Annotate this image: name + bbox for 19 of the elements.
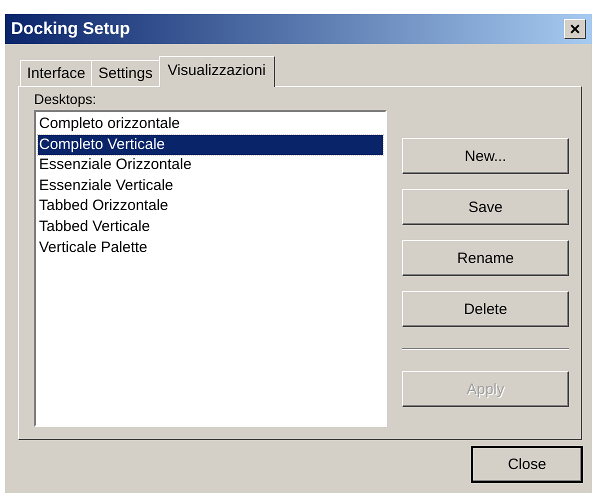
close-dialog-button[interactable]: Close bbox=[471, 446, 583, 483]
action-button[interactable]: New... bbox=[402, 138, 569, 174]
list-item[interactable]: Tabbed Verticale bbox=[38, 216, 383, 238]
desktops-list[interactable]: Completo orizzontale Completo Verticale Essenziale Orizzontale Essenziale Verticale Tabbed Orizzontale Tabbed Verticale Verticale Palette bbox=[34, 110, 387, 427]
close-button[interactable]: × bbox=[564, 19, 586, 39]
action-button[interactable]: Save bbox=[402, 189, 569, 225]
list-item[interactable]: Verticale Palette bbox=[38, 238, 383, 258]
window-title: Docking Setup bbox=[11, 19, 130, 39]
tab[interactable]: Interface bbox=[20, 60, 92, 86]
tab[interactable]: Visualizzazioni bbox=[158, 56, 275, 87]
tab[interactable]: Settings bbox=[91, 60, 160, 86]
list-item[interactable]: Tabbed Orizzontale bbox=[38, 196, 383, 217]
action-button[interactable]: Rename bbox=[402, 240, 569, 276]
list-item[interactable]: Essenziale Orizzontale bbox=[38, 155, 383, 176]
desktops-label: Desktops: bbox=[34, 91, 98, 107]
list-item[interactable]: Essenziale Verticale bbox=[38, 176, 383, 196]
action-button[interactable]: Delete bbox=[402, 291, 569, 327]
list-item[interactable]: Completo orizzontale bbox=[38, 114, 383, 135]
list-item[interactable]: Completo Verticale bbox=[38, 134, 383, 156]
